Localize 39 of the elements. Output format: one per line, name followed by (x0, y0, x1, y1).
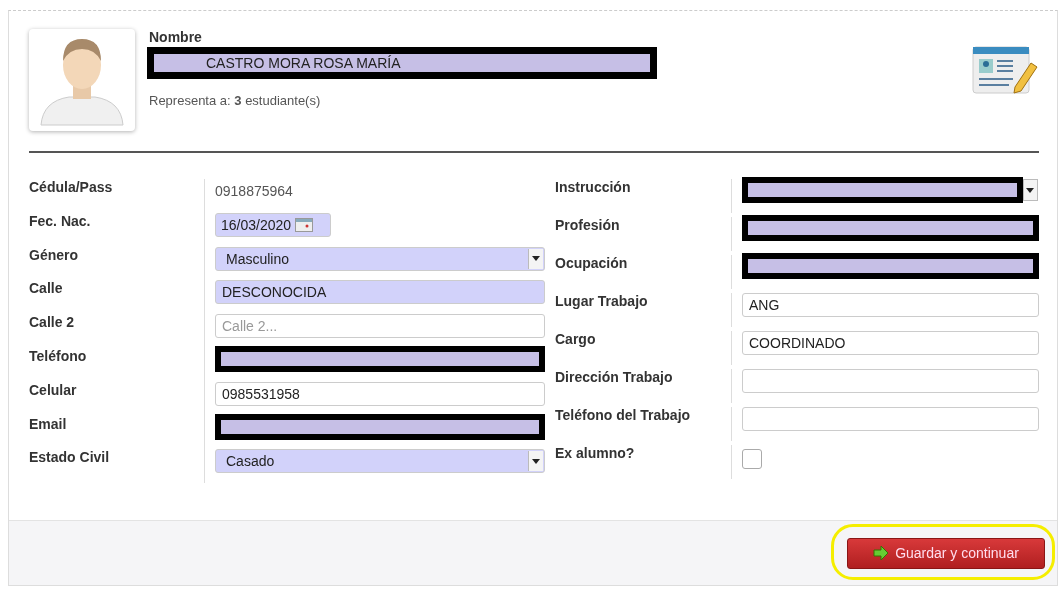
arrow-icon (873, 546, 890, 560)
input-field[interactable]: Calle 2... (215, 314, 545, 339)
select-field[interactable]: Masculino (215, 246, 545, 271)
field-label: Dirección Trabajo (555, 369, 673, 386)
field-label: Género (29, 246, 78, 263)
save-continue-button[interactable]: Guardar y continuar (847, 537, 1045, 569)
input-field[interactable] (742, 369, 1039, 394)
field-label: Fec. Nac. (29, 212, 91, 229)
field-label: Ocupación (555, 255, 628, 272)
field-label: Teléfono (29, 348, 87, 364)
input-field[interactable]: COORDINADO (742, 331, 1039, 356)
field-label: Teléfono del Trabajo (555, 407, 691, 424)
name-field[interactable]: CASTRO MORA ROSA MARÍA (147, 47, 657, 79)
field-label: Calle (29, 280, 63, 297)
input-field[interactable]: DESCONOCIDA (215, 280, 545, 305)
field-label: Cargo (555, 331, 596, 348)
date-field[interactable]: 16/03/2020 (215, 212, 331, 237)
calendar-icon[interactable] (295, 217, 314, 232)
field-label: Email (29, 415, 67, 432)
id-card-edit-icon (971, 45, 1039, 97)
field-label: Profesión (555, 217, 620, 233)
input-field[interactable]: ANG (742, 293, 1039, 318)
field-label: Lugar Trabajo (555, 293, 648, 310)
field-label: Calle 2 (29, 314, 75, 331)
represents-text: Representa a: 3 estudiante(s) (149, 93, 322, 108)
field-value: 0918875964 (215, 183, 293, 199)
field-label: Celular (29, 381, 77, 398)
field-label: Ex alumno? (555, 445, 635, 462)
select-field[interactable]: Casado (215, 449, 545, 474)
field-label: Cédula/Pass (29, 179, 113, 195)
caret-icon (532, 256, 540, 262)
caret-icon (1026, 187, 1035, 193)
input-field[interactable] (742, 407, 1039, 432)
input-field[interactable]: 0985531958 (215, 381, 545, 406)
field-label: Instrucción (555, 179, 631, 195)
caret-icon (532, 458, 540, 464)
name-label: Nombre (149, 29, 203, 45)
field-label: Estado Civil (29, 449, 110, 466)
checkbox[interactable] (742, 449, 762, 470)
